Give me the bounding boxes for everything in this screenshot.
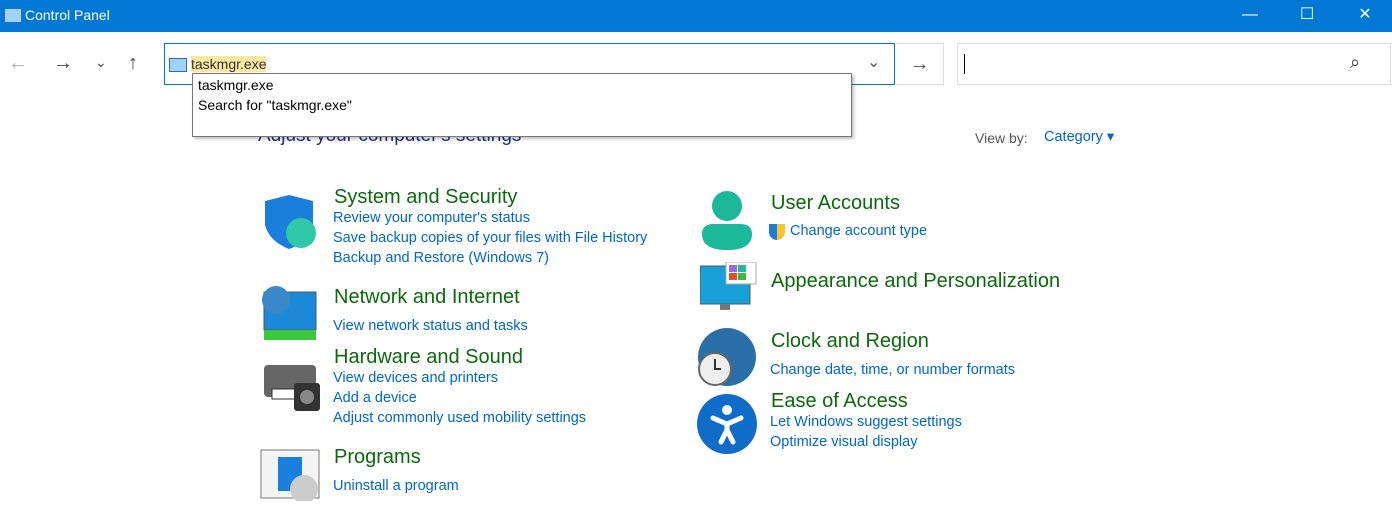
minimize-button[interactable]: — bbox=[1227, 0, 1273, 32]
link-change-account-type[interactable]: Change account type bbox=[790, 223, 927, 239]
category-ease-of-access[interactable]: Ease of Access bbox=[771, 390, 908, 413]
link-backup-restore[interactable]: Backup and Restore (Windows 7) bbox=[333, 250, 549, 266]
category-network-internet[interactable]: Network and Internet bbox=[334, 286, 520, 309]
forward-button[interactable]: → bbox=[53, 52, 73, 75]
chevron-down-icon[interactable]: ⌄ bbox=[867, 52, 880, 72]
category-user-accounts[interactable]: User Accounts bbox=[771, 192, 900, 215]
link-mobility-settings[interactable]: Adjust commonly used mobility settings bbox=[333, 410, 586, 426]
uac-shield-icon bbox=[769, 224, 785, 240]
autocomplete-dropdown: taskmgr.exe Search for "taskmgr.exe" bbox=[192, 73, 852, 137]
link-review-status[interactable]: Review your computer's status bbox=[333, 210, 530, 226]
autocomplete-item[interactable]: taskmgr.exe bbox=[198, 77, 273, 93]
close-button[interactable]: ✕ bbox=[1342, 0, 1388, 32]
category-system-security[interactable]: System and Security bbox=[334, 186, 517, 209]
address-input[interactable]: taskmgr.exe bbox=[191, 56, 267, 72]
programs-icon bbox=[260, 449, 320, 505]
window-title: Control Panel bbox=[25, 7, 110, 23]
accessibility-icon bbox=[697, 394, 757, 454]
clock-globe-icon bbox=[697, 327, 756, 386]
recent-locations-button[interactable]: ⌄ bbox=[95, 54, 107, 71]
link-optimize-visual-display[interactable]: Optimize visual display bbox=[770, 434, 917, 450]
link-date-time-formats[interactable]: Change date, time, or number formats bbox=[770, 362, 1015, 378]
user-icon bbox=[700, 190, 756, 250]
shield-icon bbox=[263, 195, 319, 251]
view-by-label: View by: bbox=[975, 130, 1028, 146]
link-suggest-settings[interactable]: Let Windows suggest settings bbox=[770, 414, 962, 430]
up-button[interactable]: ↑ bbox=[128, 52, 138, 75]
category-hardware-sound[interactable]: Hardware and Sound bbox=[334, 346, 523, 369]
category-programs[interactable]: Programs bbox=[334, 446, 421, 469]
category-appearance-personalization[interactable]: Appearance and Personalization bbox=[771, 270, 1060, 293]
link-devices-printers[interactable]: View devices and printers bbox=[333, 370, 498, 386]
printer-icon bbox=[262, 361, 320, 417]
control-panel-icon bbox=[4, 8, 22, 23]
link-add-device[interactable]: Add a device bbox=[333, 390, 417, 406]
link-uninstall-program[interactable]: Uninstall a program bbox=[333, 478, 459, 494]
text-cursor bbox=[964, 54, 965, 74]
personalization-icon bbox=[699, 261, 757, 318]
view-by-value: Category bbox=[1044, 129, 1103, 145]
search-box[interactable]: ⌕ bbox=[957, 43, 1391, 85]
search-icon[interactable]: ⌕ bbox=[1350, 52, 1360, 73]
go-button[interactable]: → bbox=[896, 43, 944, 85]
view-by-dropdown[interactable]: Category ▾ bbox=[1044, 129, 1114, 145]
link-file-history[interactable]: Save backup copies of your files with Fi… bbox=[333, 230, 647, 246]
category-clock-region[interactable]: Clock and Region bbox=[771, 330, 929, 353]
autocomplete-item[interactable]: Search for "taskmgr.exe" bbox=[198, 97, 352, 113]
network-icon bbox=[260, 284, 317, 340]
title-bar: Control Panel — ☐ ✕ bbox=[0, 0, 1392, 32]
link-network-status[interactable]: View network status and tasks bbox=[333, 318, 528, 334]
control-panel-icon bbox=[169, 58, 187, 72]
maximize-button[interactable]: ☐ bbox=[1284, 0, 1330, 32]
back-button[interactable]: ← bbox=[8, 52, 28, 75]
